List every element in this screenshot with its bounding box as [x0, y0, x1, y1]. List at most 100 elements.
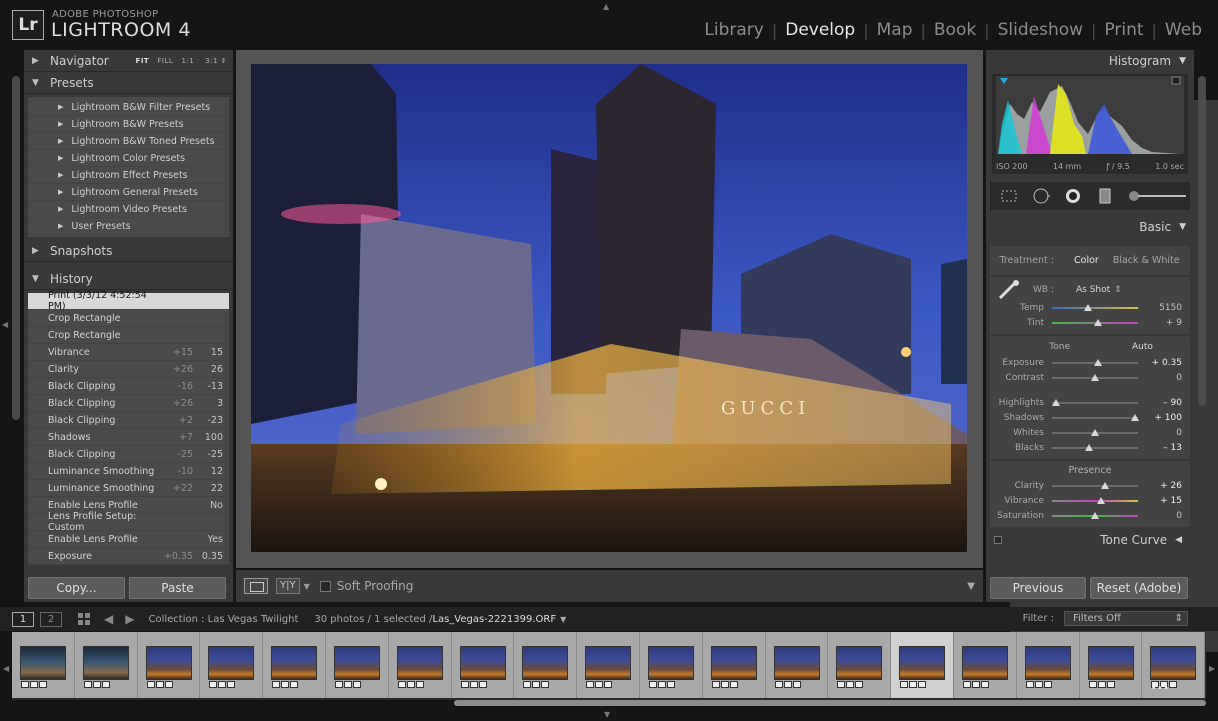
- history-step[interactable]: Clarity +26 26: [28, 361, 229, 378]
- histogram-header[interactable]: Histogram ▼: [986, 50, 1194, 72]
- history-step[interactable]: Black Clipping -16 -13: [28, 378, 229, 395]
- treatment-bw-button[interactable]: Black & White: [1113, 255, 1180, 266]
- adjustment-brush-icon[interactable]: [1128, 188, 1188, 204]
- slider-knob[interactable]: [1052, 398, 1061, 406]
- saturation-slider[interactable]: [1052, 511, 1138, 519]
- graduated-filter-icon[interactable]: [1096, 188, 1114, 204]
- navigator-header[interactable]: ▶ Navigator FIT FILL 1:1 3:1 ⇕: [24, 50, 233, 72]
- history-step[interactable]: Crop Rectangle: [28, 327, 229, 344]
- before-after-icon[interactable]: Y|Y: [276, 578, 300, 594]
- preset-folder[interactable]: ▶ Lightroom Video Presets: [28, 201, 229, 218]
- module-slideshow[interactable]: Slideshow: [990, 20, 1091, 40]
- slider-knob[interactable]: [1091, 373, 1099, 381]
- module-map[interactable]: Map: [869, 20, 921, 40]
- filter-select[interactable]: Filters Off ⇕: [1064, 611, 1188, 626]
- history-step[interactable]: Luminance Smoothing -10 12: [28, 463, 229, 480]
- slider-knob[interactable]: [1093, 358, 1102, 366]
- filmstrip-thumbnail[interactable]: [263, 632, 326, 698]
- history-step[interactable]: Black Clipping -25 -25: [28, 446, 229, 463]
- history-step[interactable]: Shadows +7 100: [28, 429, 229, 446]
- reset-button[interactable]: Reset (Adobe): [1090, 576, 1188, 599]
- treatment-color-button[interactable]: Color: [1074, 255, 1099, 266]
- history-step[interactable]: Lens Profile Setup: Custom: [28, 511, 229, 533]
- filmstrip-thumbnail[interactable]: [702, 632, 766, 698]
- history-step[interactable]: Print (3/3/12 4:52:54 PM): [28, 290, 229, 312]
- filmstrip-thumbnail[interactable]: [514, 632, 578, 698]
- slider-knob[interactable]: [1097, 496, 1106, 504]
- vibrance-slider[interactable]: [1052, 496, 1138, 504]
- contrast-slider[interactable]: [1052, 373, 1138, 381]
- filmstrip-thumbnail[interactable]: [953, 632, 1017, 698]
- main-photo[interactable]: GUCCI: [251, 64, 967, 552]
- presets-header[interactable]: ▼ Presets +: [24, 72, 1218, 652]
- preset-folder[interactable]: ▶ Lightroom B&W Toned Presets: [28, 133, 229, 150]
- navigator-zoom-options[interactable]: FIT FILL 1:1 3:1 ⇕: [136, 57, 227, 65]
- module-web[interactable]: Web: [1157, 20, 1210, 40]
- exposure-slider[interactable]: [1052, 358, 1138, 366]
- loupe-view-icon[interactable]: [244, 578, 268, 594]
- tone-curve-toggle[interactable]: [994, 536, 1002, 544]
- module-library[interactable]: Library: [696, 20, 771, 40]
- left-panel-scrollbar[interactable]: [12, 76, 20, 420]
- filmstrip-thumbnail[interactable]: [765, 632, 829, 698]
- collapse-right-icon[interactable]: ▶: [1209, 664, 1215, 673]
- back-arrow-icon[interactable]: ◀: [104, 612, 113, 626]
- filmstrip-thumbnail[interactable]: [137, 632, 201, 698]
- blacks-slider[interactable]: [1052, 443, 1138, 451]
- preset-folder[interactable]: ▶ Lightroom General Presets: [28, 184, 229, 201]
- filmstrip-thumbnail[interactable]: [388, 632, 452, 698]
- wb-select[interactable]: As Shot: [1076, 285, 1110, 295]
- slider-knob[interactable]: [1091, 511, 1099, 519]
- temp-slider[interactable]: [1052, 303, 1138, 311]
- filename-select[interactable]: Las_Vegas-2221399.ORF: [432, 614, 556, 625]
- slider-knob[interactable]: [1084, 443, 1093, 451]
- slider-knob[interactable]: [1091, 428, 1099, 436]
- crop-tool-icon[interactable]: [1000, 188, 1018, 204]
- red-eye-icon[interactable]: [1064, 188, 1082, 204]
- slider-knob[interactable]: [1101, 481, 1110, 489]
- history-step[interactable]: Vibrance +15 15: [28, 344, 229, 361]
- filmstrip-thumbnail[interactable]: [200, 632, 264, 698]
- filmstrip-thumbnail[interactable]: [828, 632, 892, 698]
- preset-folder[interactable]: ▶ Lightroom Color Presets: [28, 150, 229, 167]
- module-print[interactable]: Print: [1096, 20, 1151, 40]
- white-balance-eyedropper-icon[interactable]: [994, 280, 1024, 300]
- history-step[interactable]: Black Clipping +26 3: [28, 395, 229, 412]
- history-header[interactable]: ▼ History ✕: [24, 100, 1218, 652]
- basic-header[interactable]: Basic ▼: [986, 216, 1194, 238]
- collapse-filmstrip-icon[interactable]: ▼: [604, 710, 610, 719]
- history-step[interactable]: Exposure +0.35 0.35: [28, 548, 229, 565]
- snapshots-header[interactable]: ▶ Snapshots +: [24, 100, 1218, 652]
- filmstrip-thumbnail[interactable]: [451, 632, 515, 698]
- chevron-down-icon[interactable]: ▼: [304, 582, 310, 591]
- clarity-slider[interactable]: [1052, 481, 1138, 489]
- secondary-window-button[interactable]: 2: [40, 611, 62, 627]
- history-step[interactable]: Black Clipping +2 -23: [28, 412, 229, 429]
- primary-window-button[interactable]: 1: [12, 611, 34, 627]
- filmstrip-thumbnail[interactable]: [74, 632, 138, 698]
- slider-knob[interactable]: [1084, 303, 1093, 311]
- filmstrip-scrollbar[interactable]: [454, 700, 1206, 706]
- preset-folder[interactable]: ▶ Lightroom Effect Presets: [28, 167, 229, 184]
- tone-curve-header[interactable]: Tone Curve ◀: [990, 529, 1190, 551]
- filmstrip-thumbnail[interactable]: [1079, 632, 1143, 698]
- highlights-slider[interactable]: [1052, 398, 1138, 406]
- previous-button[interactable]: Previous: [990, 576, 1086, 599]
- right-panel-scrollbar[interactable]: [1198, 76, 1206, 406]
- toolbar-menu-icon[interactable]: ▼: [967, 581, 975, 592]
- module-develop[interactable]: Develop: [777, 20, 863, 40]
- grid-view-icon[interactable]: [78, 613, 90, 625]
- module-book[interactable]: Book: [926, 20, 984, 40]
- slider-knob[interactable]: [1093, 318, 1102, 326]
- collapse-left-icon[interactable]: ◀: [3, 664, 9, 673]
- filmstrip-thumbnail[interactable]: [325, 632, 389, 698]
- auto-tone-button[interactable]: Auto: [1132, 342, 1153, 352]
- preset-folder[interactable]: ▶ Lightroom B&W Presets: [28, 116, 229, 133]
- filmstrip-thumbnail[interactable]: [1016, 632, 1080, 698]
- history-step[interactable]: Crop Rectangle: [28, 310, 229, 327]
- filmstrip-thumbnail[interactable]: [639, 632, 703, 698]
- filmstrip-thumbnail[interactable]: [577, 632, 640, 698]
- whites-slider[interactable]: [1052, 428, 1138, 436]
- shadows-slider[interactable]: [1052, 413, 1139, 421]
- spot-removal-icon[interactable]: [1032, 188, 1050, 204]
